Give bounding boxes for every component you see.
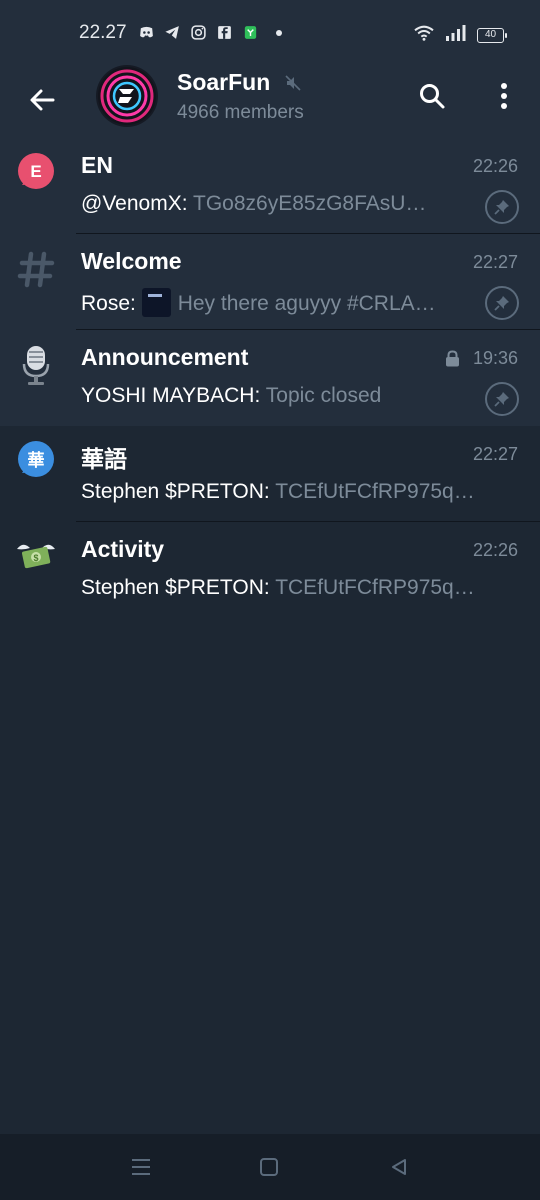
battery-icon: 40 — [477, 28, 507, 43]
microphone-icon — [14, 343, 58, 387]
muted-icon — [285, 75, 301, 91]
telegram-icon — [164, 24, 181, 41]
hua-bubble-letter: 華 — [28, 451, 45, 471]
more-menu-button[interactable] — [482, 74, 526, 118]
topic-row-en[interactable]: E EN 22:26 @VenomX: TGo8z6yE85zG8FAsU… — [0, 138, 540, 234]
back-triangle-icon — [392, 1159, 406, 1175]
home-square-icon — [260, 1158, 278, 1176]
search-icon — [420, 84, 445, 109]
topics-list: E EN 22:26 @VenomX: TGo8z6yE85zG8FAsU… W… — [0, 138, 540, 618]
status-bar: 22.27 40 — [0, 0, 540, 66]
group-avatar[interactable] — [96, 65, 158, 127]
topic-time: 22:27 — [472, 444, 518, 464]
hash-icon — [14, 247, 58, 291]
topic-title: EN — [81, 152, 113, 178]
topic-row-welcome[interactable]: Welcome 22:27 Rose: Hey there aguyyy #CR… — [0, 234, 540, 330]
home-button[interactable] — [254, 1152, 284, 1182]
back-button[interactable] — [20, 78, 64, 122]
lock-icon — [445, 350, 460, 367]
topic-row-activity[interactable]: $ Activity 22:26 Stephen $PRETON: TCEfUt… — [0, 522, 540, 618]
topic-time: 19:36 — [472, 348, 518, 368]
svg-text:$: $ — [33, 553, 38, 563]
discord-icon — [138, 24, 155, 41]
topic-title: 華語 — [81, 446, 127, 472]
topic-sender: YOSHI MAYBACH: — [81, 384, 261, 407]
notification-icons — [138, 24, 282, 41]
pin-icon — [485, 190, 519, 224]
topic-message: Topic closed — [265, 384, 382, 407]
topic-time: 22:26 — [472, 156, 518, 176]
topic-message: TGo8z6yE85zG8FAsU… — [193, 192, 427, 215]
member-count: 4966 members — [177, 102, 304, 123]
topic-sender: Stephen $PRETON: — [81, 480, 270, 503]
recents-button[interactable] — [126, 1152, 156, 1182]
navigation-bar — [0, 1134, 540, 1200]
topic-preview: Stephen $PRETON: TCEfUtFCfRP975q… — [81, 480, 511, 504]
instagram-icon — [190, 24, 207, 41]
back-nav-button[interactable] — [384, 1152, 414, 1182]
topic-message: TCEfUtFCfRP975q… — [275, 576, 475, 599]
more-vertical-icon — [501, 83, 507, 109]
more-notifications-dot — [276, 29, 282, 36]
app-header: SoarFun 4966 members — [0, 65, 540, 138]
topic-title: Announcement — [81, 344, 249, 370]
topic-sender: Stephen $PRETON: — [81, 576, 270, 599]
wifi-icon — [413, 24, 435, 47]
status-time: 22.27 — [79, 22, 127, 43]
back-arrow-icon — [30, 89, 55, 111]
app-icon — [242, 24, 259, 41]
topic-title: Activity — [81, 536, 165, 562]
search-button[interactable] — [410, 74, 454, 118]
system-icons: 40 — [413, 24, 507, 47]
topics-screen: 22.27 40 SoarFun 4966 members E EN 22:26… — [0, 0, 540, 1200]
topic-preview: @VenomX: TGo8z6yE85zG8FAsU… — [81, 192, 466, 216]
signal-icon — [445, 24, 467, 47]
topic-sender: Rose: — [81, 292, 136, 315]
pin-icon — [485, 286, 519, 320]
topic-preview: Rose: Hey there aguyyy #CRLA… — [81, 288, 466, 317]
media-thumbnail — [141, 288, 171, 317]
pin-icon — [485, 382, 519, 416]
hua-bubble-icon: 華 — [14, 439, 58, 483]
facebook-icon — [216, 24, 233, 41]
topic-row-announcement[interactable]: Announcement 19:36 YOSHI MAYBACH: Topic … — [0, 330, 540, 426]
topic-time: 22:26 — [472, 540, 518, 560]
menu-lines-icon — [132, 1159, 150, 1175]
topic-row-chinese[interactable]: 華 華語 22:27 Stephen $PRETON: TCEfUtFCfRP9… — [0, 426, 540, 522]
topic-sender: @VenomX: — [81, 192, 188, 215]
group-title[interactable]: SoarFun — [177, 69, 270, 96]
topic-title: Welcome — [81, 248, 182, 274]
topic-preview: Stephen $PRETON: TCEfUtFCfRP975q… — [81, 576, 511, 600]
topic-message: Hey there aguyyy #CRLA… — [177, 292, 436, 315]
topic-time: 22:27 — [472, 252, 518, 272]
en-bubble-icon: E — [14, 151, 58, 195]
topic-preview: YOSHI MAYBACH: Topic closed — [81, 384, 466, 408]
en-bubble-letter: E — [30, 162, 41, 181]
topic-message: TCEfUtFCfRP975q… — [275, 480, 475, 503]
soarfun-logo-icon — [98, 67, 156, 125]
flying-money-icon: $ — [14, 535, 58, 579]
